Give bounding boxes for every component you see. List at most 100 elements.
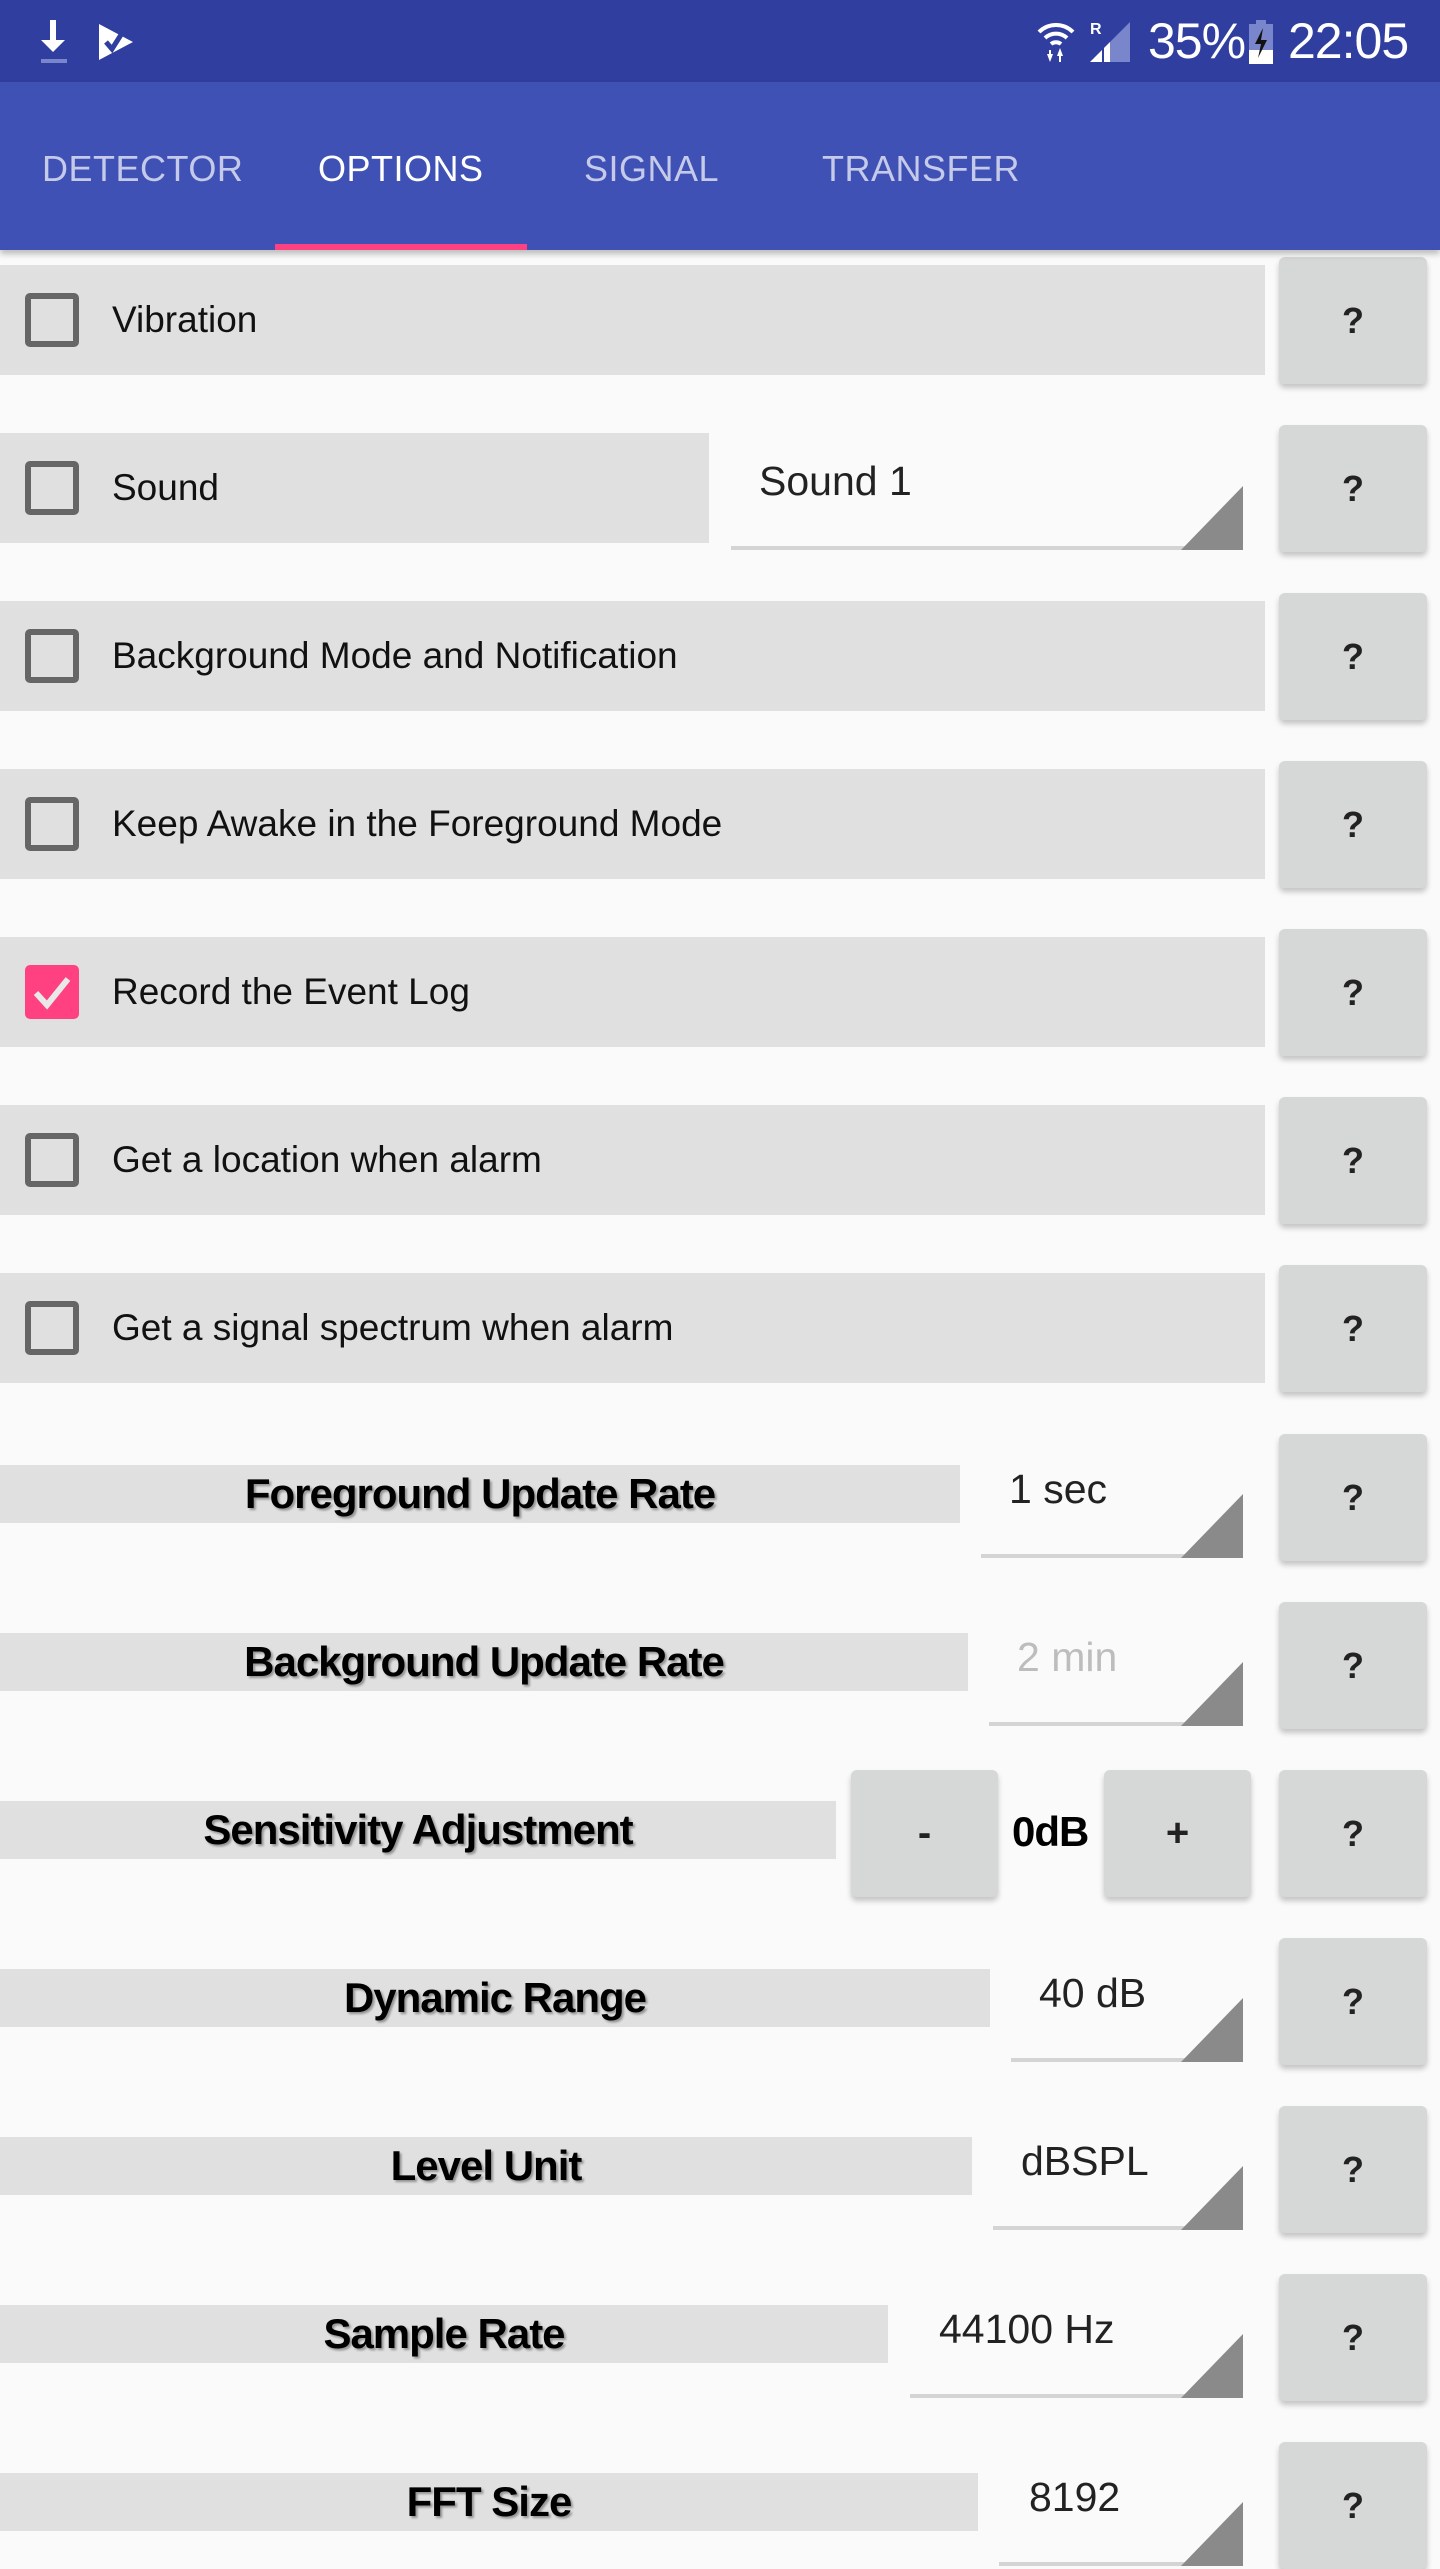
download-icon	[37, 20, 69, 69]
dropdown-arrow-icon	[1181, 1998, 1243, 2062]
spectrum-checkbox[interactable]	[25, 1301, 79, 1355]
location-checkbox[interactable]	[25, 1133, 79, 1187]
keep-awake-label: Keep Awake in the Foreground Mode	[112, 803, 723, 844]
sound-help-button[interactable]: ?	[1279, 425, 1427, 552]
vibration-label: Vibration	[112, 299, 258, 340]
clock: 22:05	[1288, 13, 1409, 69]
level-unit-label: Level Unit	[390, 2142, 583, 2189]
record-event-log-label: Record the Event Log	[112, 971, 470, 1012]
plus-label: +	[1165, 1811, 1190, 1855]
spectrum-label: Get a signal spectrum when alarm	[112, 1307, 674, 1348]
foreground-update-rate-dropdown[interactable]: 1 sec	[981, 1458, 1243, 1558]
background-mode-label: Background Mode and Notification	[112, 635, 678, 676]
play-store-check-icon	[97, 22, 135, 67]
spectrum-option[interactable]: Get a signal spectrum when alarm	[0, 1273, 1265, 1383]
help-label: ?	[1342, 1980, 1364, 2022]
level-unit-dropdown[interactable]: dBSPL	[993, 2130, 1243, 2230]
background-mode-help-button[interactable]: ?	[1279, 593, 1427, 720]
background-update-rate-label: Background Update Rate	[244, 1638, 725, 1685]
vibration-option[interactable]: Vibration	[0, 265, 1265, 375]
foreground-update-rate-label: Foreground Update Rate	[244, 1470, 716, 1517]
location-label: Get a location when alarm	[112, 1139, 542, 1180]
background-update-rate-label-bar: Background Update Rate	[0, 1633, 968, 1691]
wifi-icon	[1037, 20, 1075, 69]
background-mode-checkbox[interactable]	[25, 629, 79, 683]
dynamic-range-dropdown[interactable]: 40 dB	[1011, 1962, 1243, 2062]
background-mode-option[interactable]: Background Mode and Notification	[0, 601, 1265, 711]
battery-percent: 35%	[1148, 13, 1246, 69]
dropdown-arrow-icon	[1181, 1662, 1243, 1726]
keep-awake-help-button[interactable]: ?	[1279, 761, 1427, 888]
sample-rate-dropdown[interactable]: 44100 Hz	[910, 2298, 1243, 2398]
background-update-rate-dropdown[interactable]: 2 min	[989, 1626, 1243, 1726]
sensitivity-value: 0dB	[1012, 1808, 1089, 1855]
dropdown-arrow-icon	[1181, 2334, 1243, 2398]
location-option[interactable]: Get a location when alarm	[0, 1105, 1265, 1215]
tab-signal[interactable]: SIGNAL	[584, 148, 719, 190]
dropdown-underline	[731, 546, 1243, 550]
help-label: ?	[1342, 2484, 1364, 2526]
battery-charging-icon	[1248, 20, 1274, 69]
tab-transfer[interactable]: TRANSFER	[822, 148, 1020, 190]
minus-label: -	[917, 1811, 932, 1855]
level-unit-value: dBSPL	[1021, 2138, 1149, 2184]
help-label: ?	[1342, 2316, 1364, 2358]
sound-dropdown-value: Sound 1	[759, 458, 912, 504]
location-help-button[interactable]: ?	[1279, 1097, 1427, 1224]
fft-size-help-button[interactable]: ?	[1279, 2442, 1427, 2569]
help-label: ?	[1342, 635, 1364, 677]
sensitivity-adjustment-label-bar: Sensitivity Adjustment	[0, 1801, 836, 1859]
record-event-log-help-button[interactable]: ?	[1279, 929, 1427, 1056]
tab-detector[interactable]: DETECTOR	[42, 148, 243, 190]
sample-rate-value: 44100 Hz	[939, 2306, 1115, 2352]
level-unit-help-button[interactable]: ?	[1279, 2106, 1427, 2233]
dynamic-range-label-bar: Dynamic Range	[0, 1969, 990, 2027]
fft-size-dropdown[interactable]: 8192	[999, 2466, 1243, 2566]
status-bar: R 35% 22:05	[0, 0, 1440, 82]
background-update-rate-value: 2 min	[1017, 1634, 1118, 1680]
sensitivity-adjustment-label: Sensitivity Adjustment	[203, 1806, 633, 1853]
sound-option[interactable]: Sound	[0, 433, 709, 543]
dynamic-range-value: 40 dB	[1039, 1970, 1147, 2016]
record-event-log-checkbox[interactable]	[25, 965, 79, 1019]
dynamic-range-label: Dynamic Range	[343, 1974, 647, 2021]
sensitivity-increase-button[interactable]: +	[1104, 1770, 1251, 1897]
spectrum-help-button[interactable]: ?	[1279, 1265, 1427, 1392]
tab-options[interactable]: OPTIONS	[318, 148, 484, 190]
sample-rate-help-button[interactable]: ?	[1279, 2274, 1427, 2401]
help-label: ?	[1342, 1644, 1364, 1686]
help-label: ?	[1342, 803, 1364, 845]
record-event-log-option[interactable]: Record the Event Log	[0, 937, 1265, 1047]
svg-text:R: R	[1090, 21, 1102, 38]
sample-rate-label-bar: Sample Rate	[0, 2305, 888, 2363]
level-unit-label-bar: Level Unit	[0, 2137, 972, 2195]
sensitivity-adjustment-help-button[interactable]: ?	[1279, 1770, 1427, 1897]
keep-awake-checkbox[interactable]	[25, 797, 79, 851]
help-label: ?	[1342, 2148, 1364, 2190]
keep-awake-option[interactable]: Keep Awake in the Foreground Mode	[0, 769, 1265, 879]
fft-size-value: 8192	[1029, 2474, 1121, 2520]
help-label: ?	[1342, 1476, 1364, 1518]
help-label: ?	[1342, 467, 1364, 509]
help-label: ?	[1342, 1139, 1364, 1181]
background-update-rate-help-button[interactable]: ?	[1279, 1602, 1427, 1729]
dynamic-range-help-button[interactable]: ?	[1279, 1938, 1427, 2065]
help-label: ?	[1342, 1812, 1364, 1854]
checkmark-icon	[33, 977, 71, 1010]
vibration-help-button[interactable]: ?	[1279, 257, 1427, 384]
sound-label: Sound	[112, 467, 219, 508]
foreground-update-rate-help-button[interactable]: ?	[1279, 1434, 1427, 1561]
dropdown-arrow-icon	[1181, 2166, 1243, 2230]
help-label: ?	[1342, 1307, 1364, 1349]
tab-bar: DETECTOR OPTIONS SIGNAL TRANSFER	[0, 82, 1440, 250]
dropdown-arrow-icon	[1181, 1494, 1243, 1558]
sensitivity-decrease-button[interactable]: -	[851, 1770, 998, 1897]
roaming-signal-icon: R	[1088, 18, 1132, 69]
foreground-update-rate-label-bar: Foreground Update Rate	[0, 1465, 960, 1523]
help-label: ?	[1342, 299, 1364, 341]
vibration-checkbox[interactable]	[25, 293, 79, 347]
sample-rate-label: Sample Rate	[323, 2310, 565, 2357]
foreground-update-rate-value: 1 sec	[1009, 1466, 1107, 1512]
sound-dropdown[interactable]: Sound 1	[731, 450, 1243, 550]
sound-checkbox[interactable]	[25, 461, 79, 515]
